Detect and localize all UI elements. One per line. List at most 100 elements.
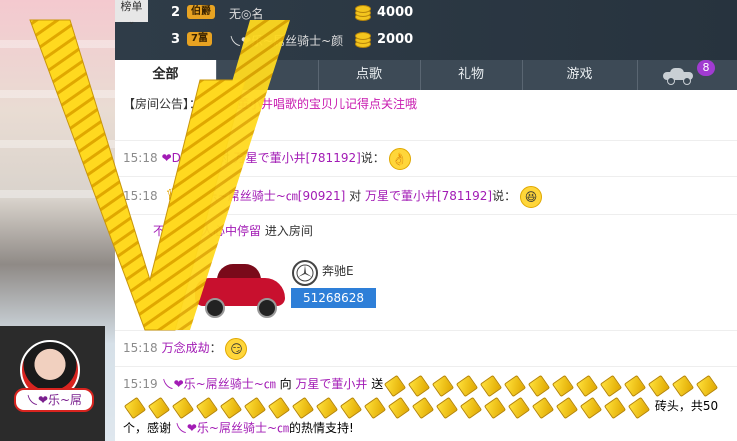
brick-gift-icon xyxy=(267,396,291,420)
gift-connector: 向 xyxy=(275,377,296,391)
brick-gift-icon xyxy=(432,374,455,398)
anchor-name: 乀❤乐~屌 xyxy=(14,388,94,412)
brick-gift-icon xyxy=(123,396,147,420)
message-suffix: 说： xyxy=(360,151,385,165)
gift-message: 15:19 乀❤乐~屌丝骑士~㎝ 向 万星で董小井 送 砖头，共50个，感谢 乀❤… xyxy=(123,373,723,439)
brick-gift-icon xyxy=(387,396,411,420)
chat-tabs: 全部 点歌 礼物 游戏 8 xyxy=(115,60,737,90)
chat-message: 15:18 万念成劫： 😏 xyxy=(123,336,729,360)
brick-gift-icon xyxy=(195,396,219,420)
brick-gift-icon xyxy=(315,396,339,420)
tab-songs[interactable]: 点歌 xyxy=(318,60,421,90)
sender-name[interactable]: 乀❤乐~屌丝骑士~㎝ xyxy=(162,377,276,391)
message-connector: 对 xyxy=(345,189,365,203)
message-connector: 对 xyxy=(213,151,234,165)
recipient-name[interactable]: 万星で董小井 xyxy=(295,377,367,391)
divider xyxy=(115,176,737,177)
brick-gift-icon xyxy=(456,374,479,398)
sender-name[interactable]: 乀❤乐~屌丝骑士~㎝[90921] xyxy=(184,189,346,203)
rank-number: 2 xyxy=(171,5,181,20)
sender-name[interactable]: ❤DOY❤F xyxy=(162,151,214,165)
divider xyxy=(115,366,737,367)
brick-gift-icon xyxy=(507,396,531,420)
brick-gift-icon xyxy=(576,374,599,398)
user-id-badge: 51268628 xyxy=(291,288,376,308)
tab-all[interactable]: 全部 xyxy=(115,60,217,90)
brick-gift-icon xyxy=(147,396,171,420)
car-image xyxy=(195,258,285,318)
rank-value: 4000 xyxy=(377,5,414,20)
chat-message: 15:18 ❤DOY❤F 对 万星で董小井[781192]说： 👌 xyxy=(123,146,729,170)
rank-panel: 榜单 ⌄ 2 伯爵 无◎名 4000 3 7富 乀❤乐~屌丝骑士~颜 2000 xyxy=(115,0,737,60)
rank-tab-label: 榜单 xyxy=(120,0,143,13)
rank-badge: 7富 xyxy=(187,32,212,46)
coin-icon xyxy=(353,30,371,48)
gift-end: 的热情支持! xyxy=(289,421,354,435)
brick-gift-icon xyxy=(672,374,695,398)
brick-gift-icon xyxy=(600,374,623,398)
brick-gift-icon xyxy=(696,374,719,398)
brick-gift-icon xyxy=(483,396,507,420)
sender-name[interactable]: 不在任何人心中停留 xyxy=(153,224,261,238)
brick-gift-icon xyxy=(219,396,243,420)
rank-badge: 伯爵 xyxy=(187,5,215,19)
divider xyxy=(115,330,737,331)
brick-gift-icon xyxy=(627,396,651,420)
announcement-prefix: 【房间公告】： xyxy=(123,97,202,111)
brick-gift-icon xyxy=(339,396,363,420)
brick-gift-icon xyxy=(384,374,407,398)
announcement-text: 喜欢听董小井唱歌的宝贝儿记得点关注哦 xyxy=(201,97,418,111)
brick-gift-icon xyxy=(363,396,387,420)
message-suffix: 进入房间 xyxy=(261,224,313,238)
rank-name: 乀❤乐~屌丝骑士~颜 xyxy=(229,34,344,48)
message-time: 15:18 xyxy=(123,151,158,165)
tab-cars[interactable]: 8 xyxy=(637,60,737,90)
divider xyxy=(115,214,737,215)
car-brand: 奔驰E xyxy=(322,264,354,278)
crown-icon: ♛ xyxy=(165,185,180,204)
chat-area[interactable]: 【房间公告】：喜欢听董小井唱歌的宝贝儿记得点关注哦 15:18 ❤DOY❤F 对 … xyxy=(115,90,737,441)
laughing-emoji-icon: 😆 xyxy=(519,185,542,208)
ok-hand-emoji-icon: 👌 xyxy=(388,147,411,170)
message-suffix: ： xyxy=(209,341,222,355)
message-time: 15:18 xyxy=(123,341,158,355)
brick-gift-icon xyxy=(291,396,315,420)
mercedes-logo-icon xyxy=(292,260,318,286)
chat-message: 15:18 ♛ 乀❤乐~屌丝骑士~㎝[90921] 对 万星で董小井[78119… xyxy=(123,183,729,208)
brick-gift-icon xyxy=(528,374,551,398)
rank-row[interactable]: 3 7富 乀❤乐~屌丝骑士~颜 2000 xyxy=(167,27,727,53)
notification-badge: 8 xyxy=(697,60,715,76)
brick-gift-icon xyxy=(552,374,575,398)
brick-gift-icon xyxy=(243,396,267,420)
smirk-emoji-icon: 😏 xyxy=(225,337,248,360)
chat-message: 不在任何人心中停留 进入房间 xyxy=(123,219,729,243)
brick-gift-icon xyxy=(579,396,603,420)
thanks-name[interactable]: 乀❤乐~屌丝骑士~㎝ xyxy=(175,421,289,435)
brick-gift-icon xyxy=(531,396,555,420)
recipient-name[interactable]: 万星で董小井[781192] xyxy=(234,151,361,165)
anchor-card[interactable]: 乀❤乐~屌 xyxy=(0,326,105,441)
car-icon xyxy=(663,68,693,85)
brick-gift-icon xyxy=(624,374,647,398)
rank-number: 3 xyxy=(171,32,181,47)
tab-blank[interactable] xyxy=(216,60,319,90)
brick-gift-icon xyxy=(408,374,431,398)
rank-tab[interactable]: 榜单 ⌄ xyxy=(115,0,148,27)
sender-name[interactable]: 万念成劫 xyxy=(162,341,210,355)
coin-icon xyxy=(353,3,371,21)
brick-gift-icon xyxy=(435,396,459,420)
brick-gift-icon xyxy=(459,396,483,420)
divider xyxy=(115,140,737,141)
brick-gift-icon xyxy=(504,374,527,398)
brick-gift-icon xyxy=(480,374,503,398)
gift-send: 送 xyxy=(367,377,384,391)
rank-row[interactable]: 2 伯爵 无◎名 4000 xyxy=(167,0,727,26)
room-announcement: 【房间公告】：喜欢听董小井唱歌的宝贝儿记得点关注哦 xyxy=(123,95,417,112)
brick-gift-icon xyxy=(648,374,671,398)
recipient-name[interactable]: 万星で董小井[781192] xyxy=(365,189,492,203)
message-suffix: 说： xyxy=(492,189,517,203)
brick-gift-icon xyxy=(411,396,435,420)
tab-games[interactable]: 游戏 xyxy=(522,60,638,90)
brick-gift-icon xyxy=(171,396,195,420)
tab-gifts[interactable]: 礼物 xyxy=(420,60,523,90)
